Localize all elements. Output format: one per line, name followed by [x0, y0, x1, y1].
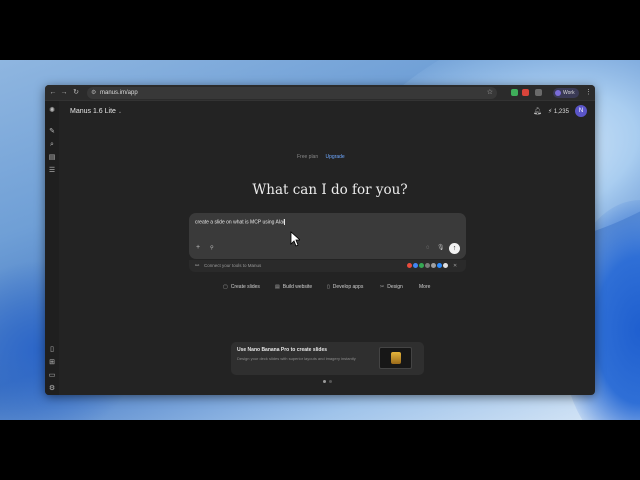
reload-icon[interactable]: ↻	[71, 88, 81, 98]
phone-icon: ▯	[327, 284, 330, 290]
notion-icon	[425, 263, 430, 268]
drive-icon	[419, 263, 424, 268]
tasks-icon[interactable]: ☰	[48, 167, 56, 175]
plug-icon: ⚯	[195, 263, 200, 269]
carousel-dot[interactable]	[329, 380, 332, 383]
mouse-cursor-icon	[290, 231, 300, 247]
send-button[interactable]: ↑	[449, 243, 460, 254]
screen: ← → ↻ ⚙ manus.im/app ☆ Work ⋮ ✺ ✎ ⌕ ▤ ☰ …	[0, 0, 640, 480]
library-icon[interactable]: ▤	[48, 154, 56, 162]
notifications-bell-icon[interactable]: 🔔︎	[533, 107, 542, 117]
bookmark-star-icon[interactable]: ☆	[487, 88, 493, 98]
microphone-icon[interactable]: 🎙︎	[437, 244, 445, 252]
chat-mode-icon[interactable]: ◌	[426, 244, 430, 252]
profile-button[interactable]: Work	[553, 88, 579, 98]
search-icon[interactable]: ⌕	[48, 141, 56, 149]
browser-toolbar: ← → ↻ ⚙ manus.im/app ☆ Work ⋮	[45, 85, 595, 101]
promo-card[interactable]: Use Nano Banana Pro to create slides Des…	[231, 342, 424, 375]
extension-icon[interactable]	[522, 89, 529, 96]
calendar-icon	[413, 263, 418, 268]
browser-menu-icon[interactable]: ⋮	[585, 88, 592, 98]
apps-grid-icon[interactable]: ⊞	[48, 359, 56, 367]
model-selector[interactable]: Manus 1.6 Lite ⌄	[70, 107, 122, 117]
profile-avatar	[555, 90, 561, 96]
arrow-up-icon: ↑	[452, 245, 457, 252]
prompt-input[interactable]: create a slide on what is MCP using AIai	[195, 219, 286, 226]
user-avatar[interactable]: N	[575, 105, 587, 117]
free-plan-label: Free plan	[297, 154, 319, 160]
quick-action-more[interactable]: More	[419, 282, 430, 292]
credits-counter[interactable]: ⚡︎ 1,235	[548, 107, 569, 117]
forward-icon[interactable]: →	[59, 88, 69, 98]
github-icon	[431, 263, 436, 268]
carousel-indicators	[323, 380, 335, 384]
extension-icon[interactable]	[511, 89, 518, 96]
app-sidebar: ✺ ✎ ⌕ ▤ ☰ ▯ ⊞ ▭ ⚙	[45, 101, 59, 395]
task-composer[interactable]: create a slide on what is MCP using AIai…	[189, 213, 466, 259]
profile-name: Work	[563, 90, 575, 96]
extensions-puzzle-icon[interactable]	[535, 89, 542, 96]
add-attachment-icon[interactable]: +	[196, 244, 200, 252]
manus-logo-icon[interactable]: ✺	[48, 107, 56, 115]
promo-title: Use Nano Banana Pro to create slides	[237, 347, 328, 353]
page-title: What can I do for you?	[252, 182, 408, 198]
quick-action-build-website[interactable]: ▤ Build website	[275, 282, 312, 292]
browser-window: ← → ↻ ⚙ manus.im/app ☆ Work ⋮ ✺ ✎ ⌕ ▤ ☰ …	[45, 85, 595, 395]
promo-description: Design your deck slides with superior la…	[237, 356, 356, 361]
url-text[interactable]: manus.im/app	[100, 88, 138, 98]
settings-icon[interactable]: ⚙	[48, 385, 56, 393]
quick-action-develop-apps[interactable]: ▯ Develop apps	[327, 282, 363, 292]
upgrade-link[interactable]: Upgrade	[326, 154, 345, 160]
slides-icon: ▢	[223, 284, 228, 290]
design-icon: ✂	[380, 284, 385, 290]
back-icon[interactable]: ←	[48, 88, 58, 98]
website-icon: ▤	[275, 284, 280, 290]
carousel-dot[interactable]	[323, 380, 326, 383]
plan-banner: Free plan Upgrade	[297, 153, 345, 161]
zoom-icon	[437, 263, 442, 268]
book-icon[interactable]: ▯	[48, 346, 56, 354]
connect-tools-label[interactable]: Connect your tools to Manus	[204, 262, 261, 270]
address-bar[interactable]: ⚙ manus.im/app ☆	[87, 87, 497, 99]
gmail-icon	[407, 263, 412, 268]
more-tools-icon	[443, 263, 448, 268]
tools-icon[interactable]: ⚲	[210, 244, 214, 252]
mobile-icon[interactable]: ▭	[48, 372, 56, 380]
quick-action-create-slides[interactable]: ▢ Create slides	[223, 282, 260, 292]
new-task-icon[interactable]: ✎	[48, 128, 56, 136]
close-icon[interactable]: ✕	[453, 262, 457, 270]
quick-action-design[interactable]: ✂ Design	[380, 282, 403, 292]
lightning-icon: ⚡︎	[548, 109, 553, 115]
connect-tools-bar[interactable]: ⚯ Connect your tools to Manus ✕	[189, 260, 466, 272]
site-info-icon[interactable]: ⚙	[91, 89, 99, 97]
chevron-down-icon: ⌄	[117, 109, 123, 115]
promo-thumbnail	[379, 347, 412, 369]
